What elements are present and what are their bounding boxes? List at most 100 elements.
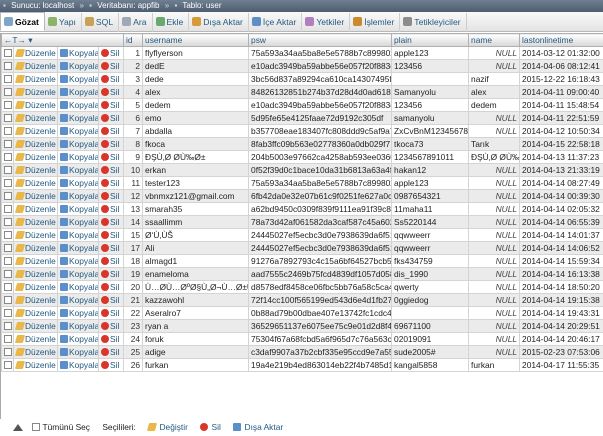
delete-icon[interactable] bbox=[101, 114, 109, 122]
edit-link[interactable]: Düzenle bbox=[25, 308, 56, 318]
delete-cell[interactable]: Sil bbox=[97, 124, 125, 138]
cell-lastonlinetime[interactable]: 2014-04-14 19:15:38 bbox=[519, 293, 603, 307]
cell-plain[interactable]: 1234567891011 bbox=[391, 150, 470, 164]
row-select-cell[interactable] bbox=[1, 150, 14, 164]
edit-link[interactable]: Düzenle bbox=[25, 204, 56, 214]
delete-cell[interactable]: Sil bbox=[97, 293, 125, 307]
delete-cell[interactable]: Sil bbox=[97, 150, 125, 164]
delete-icon[interactable] bbox=[101, 270, 109, 278]
cell-name[interactable]: NULL bbox=[468, 332, 521, 346]
cell-name[interactable]: NULL bbox=[468, 306, 521, 320]
delete-icon[interactable] bbox=[101, 179, 109, 187]
cell-name[interactable]: NULL bbox=[468, 280, 521, 294]
copy-icon[interactable] bbox=[60, 49, 68, 57]
cell-name[interactable]: NULL bbox=[468, 345, 521, 359]
cell-id[interactable]: 22 bbox=[123, 306, 144, 320]
cell-id[interactable]: 14 bbox=[123, 215, 144, 229]
row-select-cell[interactable] bbox=[1, 111, 14, 125]
cell-lastonlinetime[interactable]: 2014-04-17 11:55:35 bbox=[519, 358, 603, 372]
cell-plain[interactable]: samanyolu bbox=[391, 111, 470, 125]
copy-cell[interactable]: Kopyala bbox=[57, 85, 99, 99]
cell-psw[interactable]: aad7555c2469b75fcd4839df1057d058 bbox=[248, 267, 393, 281]
copy-cell[interactable]: Kopyala bbox=[57, 72, 99, 86]
copy-link[interactable]: Kopyala bbox=[69, 139, 98, 149]
copy-icon[interactable] bbox=[60, 114, 68, 122]
copy-cell[interactable]: Kopyala bbox=[57, 111, 99, 125]
row-checkbox[interactable] bbox=[4, 75, 12, 83]
cell-plain[interactable]: apple123 bbox=[391, 176, 470, 190]
cell-psw[interactable]: 0b88ad79b00dbae407e13742fc1cdc4b bbox=[248, 306, 393, 320]
column-header-id[interactable]: id bbox=[123, 33, 144, 47]
cell-name[interactable]: NULL bbox=[468, 111, 521, 125]
cell-plain[interactable]: qqwweerr bbox=[391, 241, 470, 255]
cell-lastonlinetime[interactable]: 2014-04-14 20:29:51 bbox=[519, 319, 603, 333]
edit-icon[interactable] bbox=[14, 361, 26, 369]
copy-icon[interactable] bbox=[60, 296, 68, 304]
edit-icon[interactable] bbox=[14, 140, 26, 148]
tab-4[interactable]: Ekle bbox=[153, 13, 190, 32]
tab-7[interactable]: Yetkiler bbox=[302, 13, 351, 32]
cell-id[interactable]: 13 bbox=[123, 202, 144, 216]
edit-icon[interactable] bbox=[14, 127, 26, 135]
copy-cell[interactable]: Kopyala bbox=[57, 176, 99, 190]
cell-id[interactable]: 19 bbox=[123, 267, 144, 281]
cell-lastonlinetime[interactable]: 2014-04-13 21:33:19 bbox=[519, 163, 603, 177]
delete-cell[interactable]: Sil bbox=[97, 85, 125, 99]
cell-psw[interactable]: 84826132851b274b37d28d4d0ad618a bbox=[248, 85, 393, 99]
edit-link[interactable]: Düzenle bbox=[25, 360, 56, 370]
row-select-cell[interactable] bbox=[1, 189, 14, 203]
delete-link[interactable]: Sil bbox=[110, 48, 119, 58]
delete-link[interactable]: Sil bbox=[110, 321, 119, 331]
cell-plain[interactable]: dis_1990 bbox=[391, 267, 470, 281]
cell-plain[interactable]: fks434759 bbox=[391, 254, 470, 268]
edit-icon[interactable] bbox=[14, 62, 26, 70]
delete-icon[interactable] bbox=[101, 88, 109, 96]
edit-link[interactable]: Düzenle bbox=[25, 347, 56, 357]
delete-link[interactable]: Sil bbox=[110, 347, 119, 357]
cell-id[interactable]: 20 bbox=[123, 280, 144, 294]
edit-cell[interactable]: Düzenle bbox=[13, 332, 58, 346]
check-all-label[interactable]: Tümünü Seç bbox=[43, 422, 90, 432]
row-select-cell[interactable] bbox=[1, 163, 14, 177]
cell-lastonlinetime[interactable]: 2014-04-14 19:43:31 bbox=[519, 306, 603, 320]
edit-cell[interactable]: Düzenle bbox=[13, 137, 58, 151]
export-selected-button[interactable]: Dışa Aktar bbox=[245, 422, 284, 432]
delete-icon[interactable] bbox=[101, 218, 109, 226]
cell-plain[interactable] bbox=[391, 72, 470, 86]
cell-name[interactable]: NULL bbox=[468, 124, 521, 138]
cell-id[interactable]: 8 bbox=[123, 137, 144, 151]
edit-icon[interactable] bbox=[14, 101, 26, 109]
cell-plain[interactable]: qqwweerr bbox=[391, 228, 470, 242]
edit-cell[interactable]: Düzenle bbox=[13, 215, 58, 229]
cell-lastonlinetime[interactable]: 2014-03-12 01:32:00 bbox=[519, 46, 603, 60]
cell-username[interactable]: furkan bbox=[142, 358, 250, 372]
cell-lastonlinetime[interactable]: 2014-04-14 14:06:52 bbox=[519, 241, 603, 255]
cell-lastonlinetime[interactable]: 2014-04-14 02:05:32 bbox=[519, 202, 603, 216]
delete-selected-button[interactable]: Sil bbox=[212, 422, 221, 432]
row-select-cell[interactable] bbox=[1, 98, 14, 112]
delete-cell[interactable]: Sil bbox=[97, 202, 125, 216]
row-checkbox[interactable] bbox=[4, 283, 12, 291]
delete-link[interactable]: Sil bbox=[110, 61, 119, 71]
cell-plain[interactable] bbox=[391, 306, 470, 320]
copy-cell[interactable]: Kopyala bbox=[57, 98, 99, 112]
delete-cell[interactable]: Sil bbox=[97, 280, 125, 294]
cell-lastonlinetime[interactable]: 2014-04-14 16:13:38 bbox=[519, 267, 603, 281]
delete-link[interactable]: Sil bbox=[110, 74, 119, 84]
cell-username[interactable]: dede bbox=[142, 72, 250, 86]
cell-name[interactable]: ÐŞÙ‚Ø ØÙ‰Ø± bbox=[468, 150, 521, 164]
copy-link[interactable]: Kopyala bbox=[69, 347, 98, 357]
export-icon[interactable] bbox=[233, 423, 242, 431]
copy-link[interactable]: Kopyala bbox=[69, 87, 98, 97]
edit-cell[interactable]: Düzenle bbox=[13, 241, 58, 255]
copy-link[interactable]: Kopyala bbox=[69, 230, 98, 240]
delete-icon[interactable] bbox=[101, 335, 109, 343]
edit-link[interactable]: Düzenle bbox=[25, 48, 56, 58]
copy-icon[interactable] bbox=[60, 244, 68, 252]
row-select-cell[interactable] bbox=[1, 85, 14, 99]
cell-username[interactable]: foruk bbox=[142, 332, 250, 346]
cell-psw[interactable]: 0f52f39d0c1bace10da31b6813a63a4f bbox=[248, 163, 393, 177]
copy-link[interactable]: Kopyala bbox=[69, 113, 98, 123]
cell-name[interactable]: NULL bbox=[468, 46, 521, 60]
cell-lastonlinetime[interactable]: 2014-04-13 11:37:23 bbox=[519, 150, 603, 164]
